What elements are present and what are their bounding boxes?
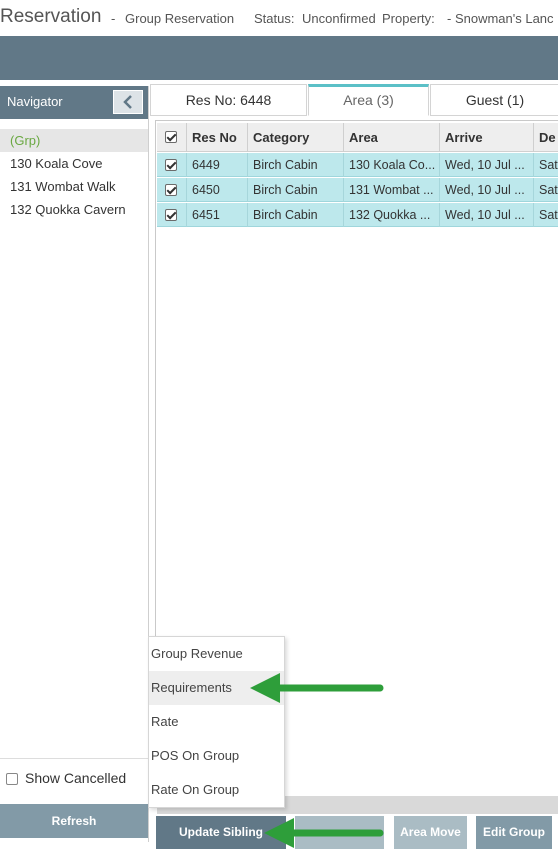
navigator-title: Navigator: [7, 94, 63, 109]
title-separator: -: [111, 11, 116, 26]
select-all-cell: [157, 123, 187, 152]
cell-arrive: Wed, 10 Jul ...: [440, 153, 534, 177]
show-cancelled-toggle: Show Cancelled: [0, 758, 148, 796]
row-select-cell: [157, 203, 187, 227]
tab-guest[interactable]: Guest (1): [430, 84, 558, 116]
select-all-checkbox[interactable]: [165, 131, 177, 143]
show-cancelled-checkbox[interactable]: [6, 773, 18, 785]
menu-item-pos-on-group[interactable]: POS On Group: [149, 739, 284, 773]
reservation-type: Group Reservation: [125, 11, 235, 26]
column-category[interactable]: Category: [248, 123, 344, 152]
column-arrive[interactable]: Arrive: [440, 123, 534, 152]
tab-area[interactable]: Area (3): [308, 84, 429, 116]
row-select-cell: [157, 178, 187, 202]
update-sibling-menu: Group Revenue Requirements Rate POS On G…: [148, 636, 285, 808]
navigator-item-wombat-walk[interactable]: 131 Wombat Walk: [0, 175, 148, 198]
row-checkbox[interactable]: [165, 209, 177, 221]
cell-depart: Sat: [539, 183, 558, 197]
cell-category: Birch Cabin: [248, 178, 344, 202]
status-value: Unconfirmed: [302, 11, 376, 26]
cell-category: Birch Cabin: [248, 153, 344, 177]
show-cancelled-label: Show Cancelled: [25, 770, 127, 786]
cell-arrive: Wed, 10 Jul ...: [440, 178, 534, 202]
navigator-collapse-button[interactable]: [113, 90, 143, 114]
menu-item-rate[interactable]: Rate: [149, 705, 284, 739]
table-row[interactable]: 6450 Birch Cabin 131 Wombat ... Wed, 10 …: [157, 178, 558, 202]
cell-depart: Sat: [539, 158, 558, 172]
navigator-item-group[interactable]: (Grp): [0, 129, 148, 152]
cell-area: 131 Wombat ...: [344, 178, 440, 202]
page-title: Reservation: [0, 6, 102, 27]
cell-area: 130 Koala Co...: [344, 153, 440, 177]
cell-area: 132 Quokka ...: [344, 203, 440, 227]
navigator-panel: Navigator (Grp) 130 Koala Cove 131 Womba…: [0, 86, 148, 840]
tab-strip: Res No: 6448 Area (3) Guest (1): [150, 84, 558, 116]
edit-group-button[interactable]: Edit Group: [476, 816, 552, 849]
cell-arrive: Wed, 10 Jul ...: [440, 203, 534, 227]
arrow-left-icon: [264, 818, 384, 848]
column-res-no[interactable]: Res No: [187, 123, 248, 152]
navigator-header: Navigator: [0, 86, 148, 119]
toolbar-band: [0, 36, 558, 80]
row-checkbox[interactable]: [165, 184, 177, 196]
tab-res-no[interactable]: Res No: 6448: [150, 84, 307, 116]
status-label: Status:: [254, 11, 295, 26]
navigator-list: (Grp) 130 Koala Cove 131 Wombat Walk 132…: [0, 129, 148, 221]
column-area[interactable]: Area: [344, 123, 440, 152]
column-depart[interactable]: De: [534, 123, 558, 152]
table-row[interactable]: 6451 Birch Cabin 132 Quokka ... Wed, 10 …: [157, 203, 558, 227]
row-select-cell: [157, 153, 187, 177]
grid-header: Res No Category Area Arrive De: [157, 123, 558, 152]
menu-item-rate-on-group[interactable]: Rate On Group: [149, 773, 284, 807]
row-checkbox[interactable]: [165, 159, 177, 171]
menu-item-group-revenue[interactable]: Group Revenue: [149, 637, 284, 671]
navigator-item-koala-cove[interactable]: 130 Koala Cove: [0, 152, 148, 175]
navigator-item-quokka-cavern[interactable]: 132 Quokka Cavern: [0, 198, 148, 221]
title-bar: Reservation - Group Reservation Status: …: [0, 0, 558, 36]
cell-res-no: 6450: [187, 178, 248, 202]
area-move-button[interactable]: Area Move: [394, 816, 467, 849]
refresh-button[interactable]: Refresh: [0, 804, 148, 838]
property-label: Property:: [382, 11, 435, 26]
cell-category: Birch Cabin: [248, 203, 344, 227]
property-value: - Snowman's Lanc: [447, 11, 554, 26]
cell-res-no: 6449: [187, 153, 248, 177]
chevron-left-icon: [123, 95, 132, 109]
table-row[interactable]: 6449 Birch Cabin 130 Koala Co... Wed, 10…: [157, 153, 558, 177]
cell-res-no: 6451: [187, 203, 248, 227]
arrow-left-icon: [250, 673, 384, 703]
cell-depart: Sat: [539, 208, 558, 222]
